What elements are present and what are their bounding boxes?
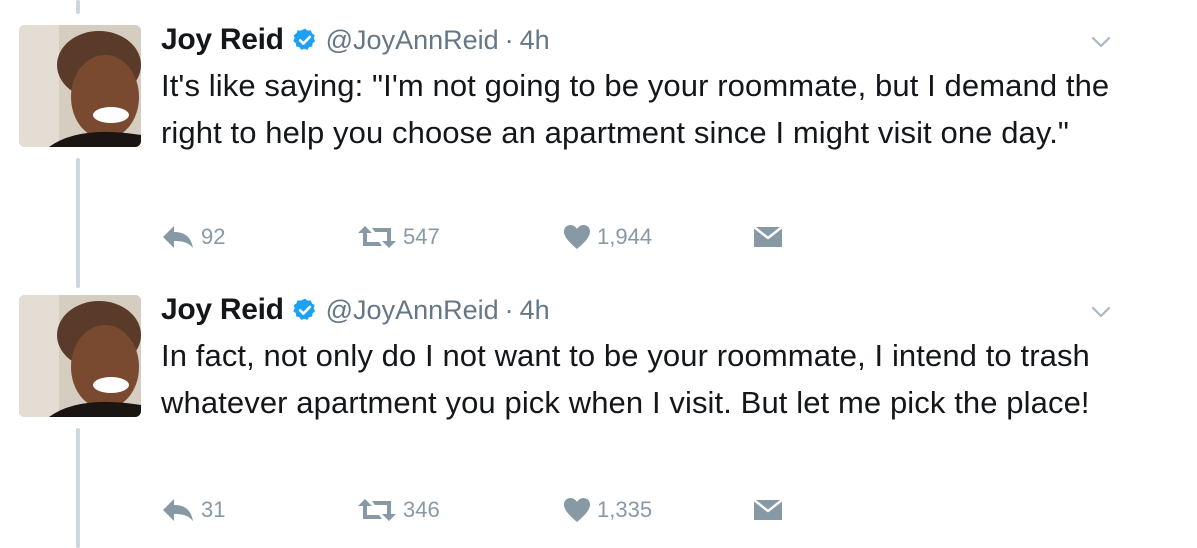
like-button[interactable]: 1,944 (563, 222, 652, 252)
display-name[interactable]: Joy Reid (161, 293, 284, 327)
reply-count: 31 (201, 497, 226, 522)
tweet-text: In fact, not only do I not want to be yo… (161, 338, 1090, 420)
display-name[interactable]: Joy Reid (161, 23, 284, 57)
like-count: 1,335 (597, 497, 653, 522)
envelope-icon (753, 498, 783, 522)
thread-line-top (76, 0, 80, 14)
user-handle[interactable]: @JoyAnnReid (326, 295, 499, 326)
separator: · (504, 294, 514, 325)
like-count: 1,944 (597, 224, 653, 249)
envelope-icon (753, 225, 783, 249)
like-button[interactable]: 1,335 (563, 495, 652, 525)
reply-icon (161, 497, 195, 523)
heart-icon (563, 224, 591, 250)
reply-icon (161, 224, 195, 250)
retweet-button[interactable]: 547 (357, 222, 440, 252)
retweet-icon (357, 224, 397, 250)
separator: · (504, 24, 514, 55)
reply-button[interactable]: 31 (161, 495, 225, 525)
direct-message-button[interactable] (753, 222, 783, 252)
verified-badge-icon (292, 297, 318, 323)
timestamp[interactable]: 4h (520, 295, 550, 326)
reply-count: 92 (201, 224, 226, 249)
tweet-text: It's like saying: "I'm not going to be y… (161, 68, 1110, 150)
reply-button[interactable]: 92 (161, 222, 225, 252)
retweet-icon (357, 497, 397, 523)
heart-icon (563, 497, 591, 523)
avatar[interactable] (19, 295, 141, 417)
retweet-count: 346 (403, 497, 440, 522)
retweet-button[interactable]: 346 (357, 495, 440, 525)
chevron-down-icon[interactable] (1089, 300, 1113, 324)
retweet-count: 547 (403, 224, 440, 249)
direct-message-button[interactable] (753, 495, 783, 525)
tweet-actions: 92 547 1,944 (161, 222, 861, 252)
timestamp[interactable]: 4h (520, 25, 550, 56)
tweet-header: Joy Reid @JoyAnnReid · 4h (161, 20, 550, 60)
user-handle[interactable]: @JoyAnnReid (326, 25, 499, 56)
tweet-header: Joy Reid @JoyAnnReid · 4h (161, 290, 550, 330)
tweet-actions: 31 346 1,335 (161, 495, 861, 525)
tweet[interactable]: Joy Reid @JoyAnnReid · 4h In fact, not o… (0, 290, 1197, 540)
tweet[interactable]: Joy Reid @JoyAnnReid · 4h It's like sayi… (0, 20, 1197, 270)
chevron-down-icon[interactable] (1089, 30, 1113, 54)
avatar[interactable] (19, 25, 141, 147)
verified-badge-icon (292, 27, 318, 53)
